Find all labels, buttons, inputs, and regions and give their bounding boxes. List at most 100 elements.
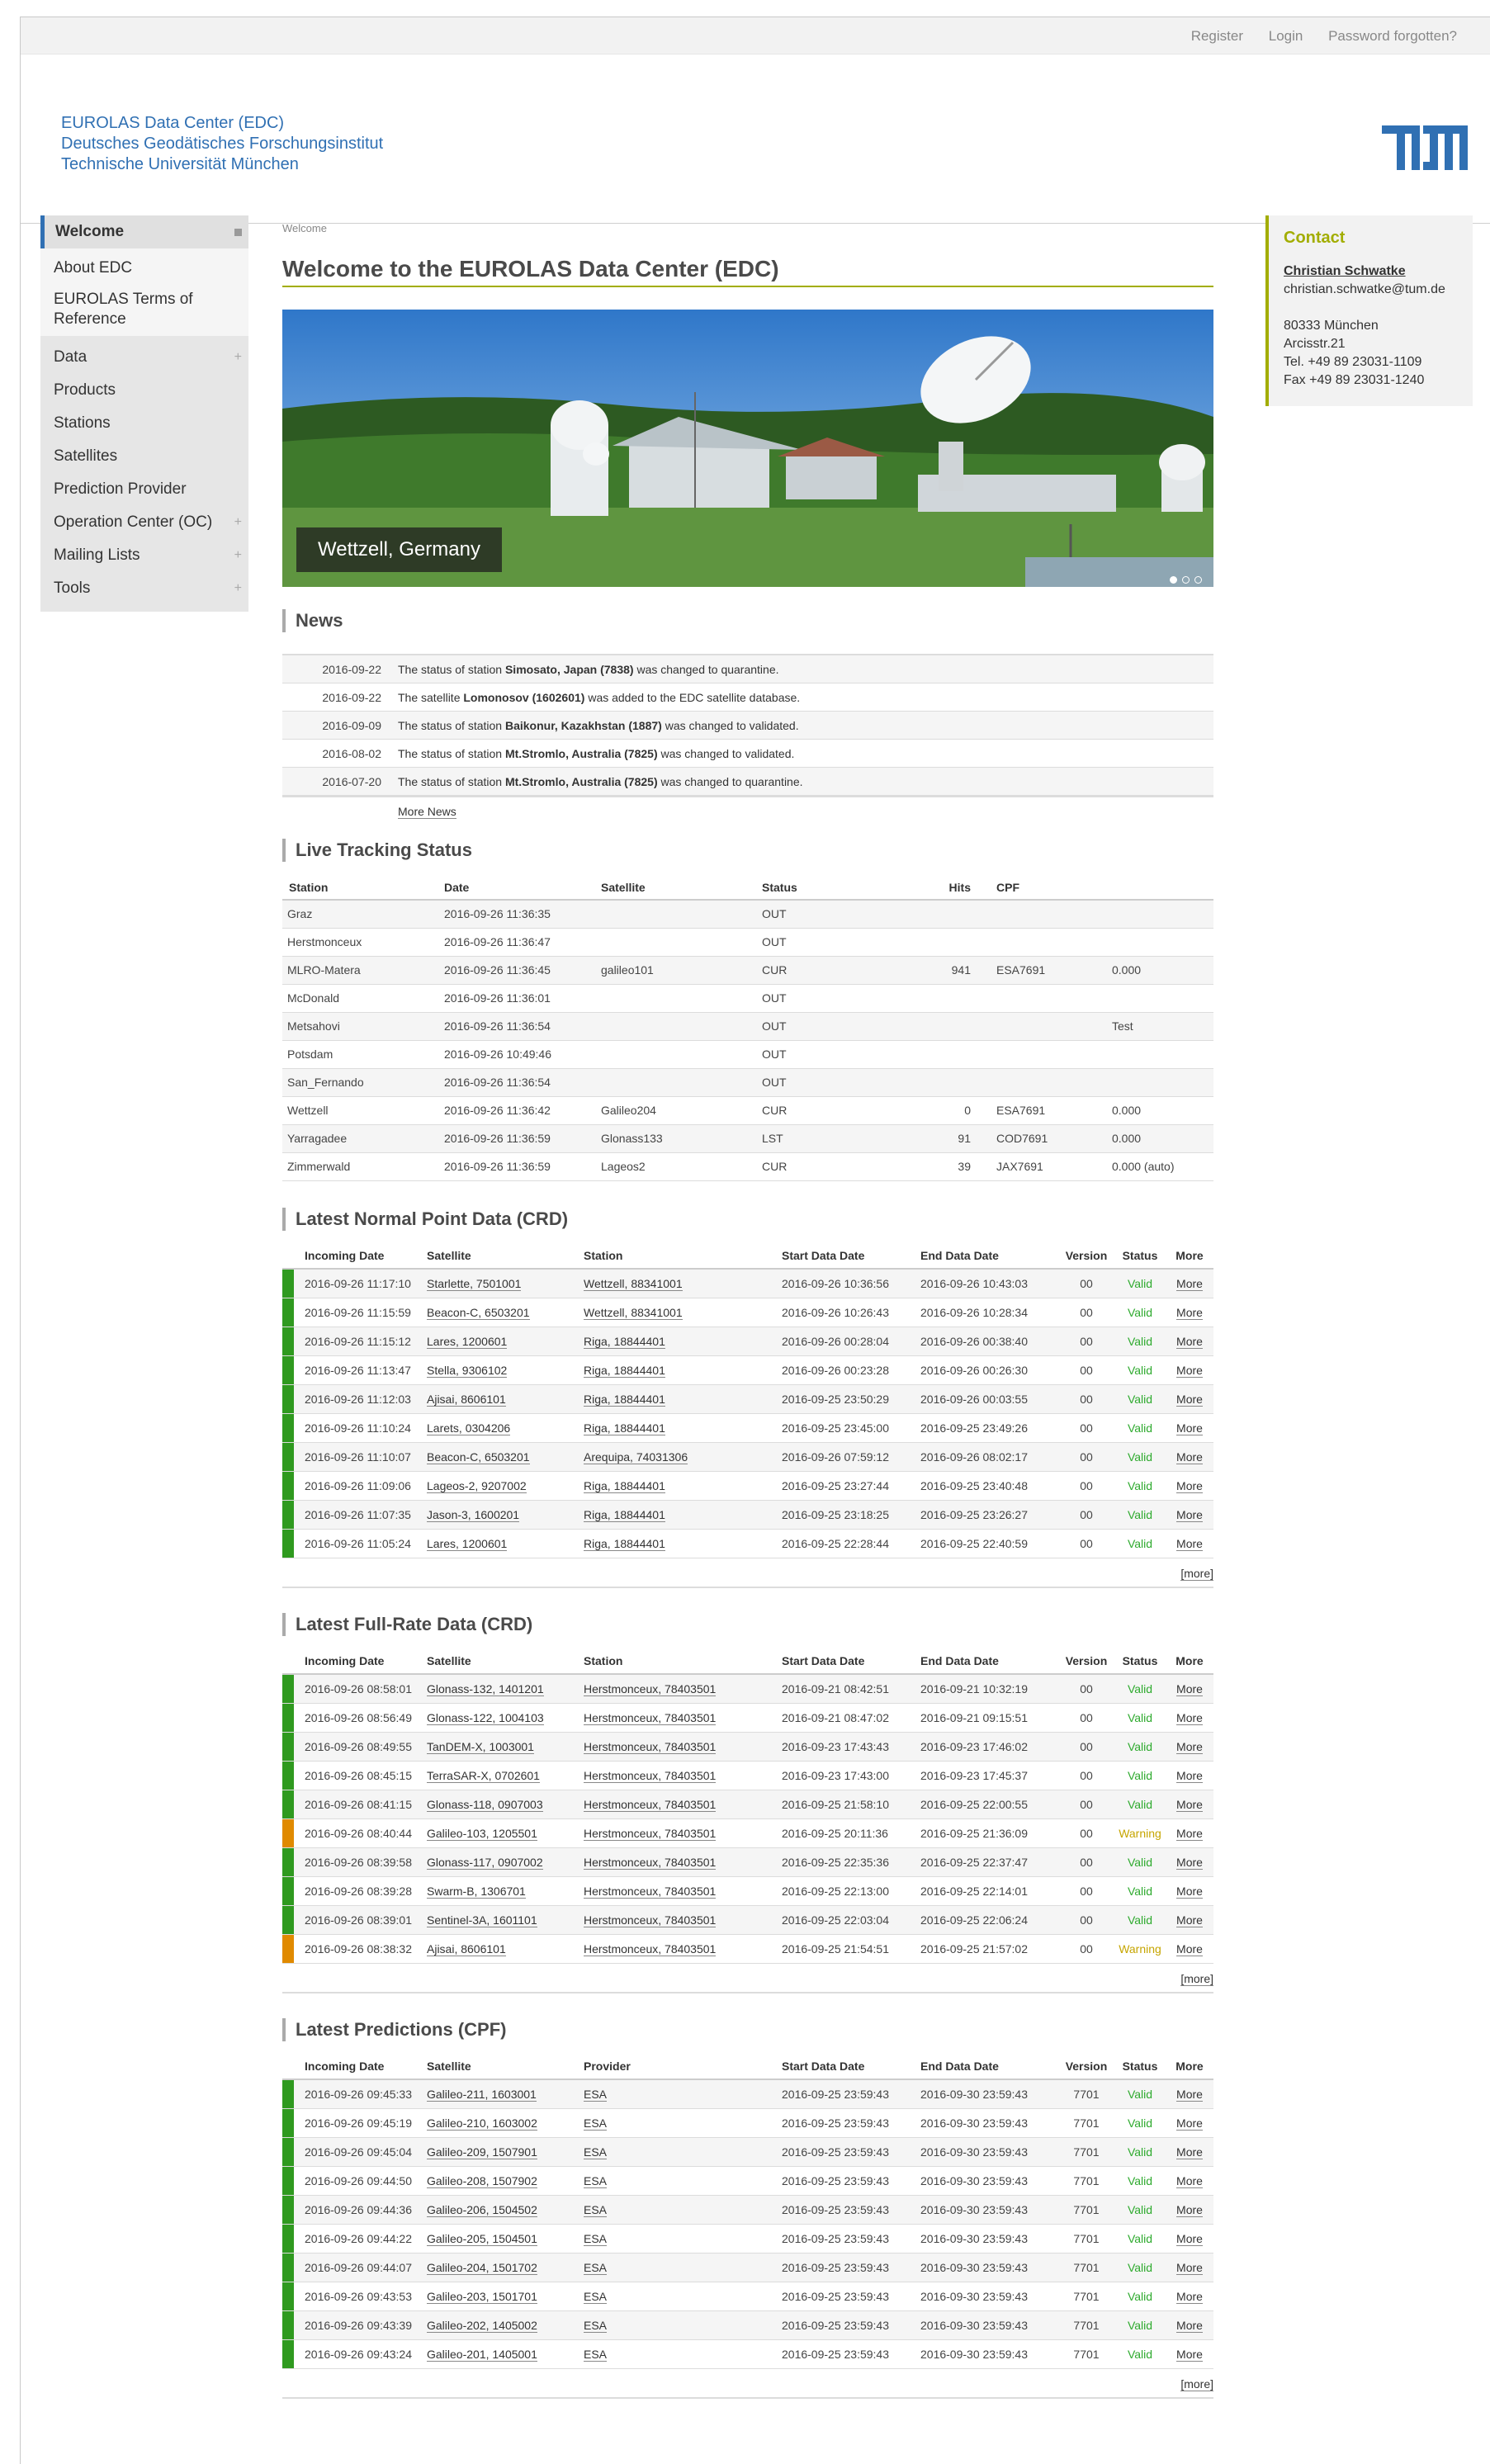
more-link[interactable]: More (1176, 1507, 1203, 1522)
station-link[interactable]: ESA (584, 2202, 608, 2217)
satellite-link[interactable]: Glonass-117, 0907002 (427, 1855, 543, 1870)
more-link[interactable]: More (1176, 1913, 1203, 1927)
more-link[interactable]: More (1176, 2173, 1203, 2188)
satellite-link[interactable]: Galileo-202, 1405002 (427, 2318, 537, 2333)
more-link[interactable]: More (1176, 2087, 1203, 2102)
station-link[interactable]: Riga, 18844401 (584, 1392, 665, 1407)
station-link[interactable]: Riga, 18844401 (584, 1363, 665, 1378)
station-link[interactable]: ESA (584, 2318, 608, 2333)
org-name[interactable]: EUROLAS Data Center (EDC) Deutsches Geod… (61, 113, 383, 175)
sidebar-item-6[interactable]: Mailing Lists + (40, 539, 248, 572)
more-link[interactable]: More (1176, 2231, 1203, 2246)
more-link[interactable]: More (1176, 2145, 1203, 2159)
station-link[interactable]: Herstmonceux, 78403501 (584, 1884, 717, 1899)
satellite-link[interactable]: Galileo-210, 1603002 (427, 2116, 537, 2131)
station-link[interactable]: Herstmonceux, 78403501 (584, 1797, 717, 1812)
satellite-link[interactable]: Larets, 0304206 (427, 1421, 511, 1435)
more-link[interactable]: More (1176, 1478, 1203, 1493)
more-link[interactable]: More (1176, 1450, 1203, 1464)
satellite-link[interactable]: Glonass-118, 0907003 (427, 1797, 543, 1812)
station-link[interactable]: Herstmonceux, 78403501 (584, 1710, 717, 1725)
more-link[interactable]: More (1176, 1710, 1203, 1725)
hero-slideshow[interactable]: Wettzell, Germany (282, 310, 1213, 587)
sidebar-item-7[interactable]: Tools + (40, 572, 248, 605)
frd-more-link[interactable]: [more] (1180, 1971, 1213, 1986)
sidebar-item-4[interactable]: Prediction Provider (40, 473, 248, 506)
satellite-link[interactable]: Galileo-203, 1501701 (427, 2289, 537, 2304)
station-link[interactable]: Herstmonceux, 78403501 (584, 1768, 717, 1783)
station-link[interactable]: Wettzell, 88341001 (584, 1305, 683, 1320)
station-link[interactable]: Riga, 18844401 (584, 1478, 665, 1493)
org-line-2[interactable]: Deutsches Geodätisches Forschungsinstitu… (61, 134, 383, 154)
satellite-link[interactable]: Swarm-B, 1306701 (427, 1884, 526, 1899)
station-link[interactable]: Herstmonceux, 78403501 (584, 1681, 717, 1696)
more-link[interactable]: More (1176, 1276, 1203, 1291)
more-link[interactable]: More (1176, 2202, 1203, 2217)
more-link[interactable]: More (1176, 1941, 1203, 1956)
sidebar-item-3[interactable]: Satellites (40, 440, 248, 473)
station-link[interactable]: Arequipa, 74031306 (584, 1450, 688, 1464)
station-link[interactable]: Riga, 18844401 (584, 1421, 665, 1435)
satellite-link[interactable]: Galileo-204, 1501702 (427, 2260, 537, 2275)
station-link[interactable]: Riga, 18844401 (584, 1334, 665, 1349)
sidebar-item-2[interactable]: Stations (40, 407, 248, 440)
satellite-link[interactable]: Beacon-C, 6503201 (427, 1450, 530, 1464)
more-link[interactable]: More (1176, 1536, 1203, 1551)
station-link[interactable]: Riga, 18844401 (584, 1536, 665, 1551)
satellite-link[interactable]: Glonass-122, 1004103 (427, 1710, 544, 1725)
satellite-link[interactable]: Galileo-208, 1507902 (427, 2173, 537, 2188)
satellite-link[interactable]: Galileo-205, 1504501 (427, 2231, 537, 2246)
contact-name[interactable]: Christian Schwatke (1284, 262, 1458, 281)
sidebar-item-0[interactable]: Data + (40, 341, 248, 374)
more-link[interactable]: More (1176, 1334, 1203, 1349)
breadcrumb[interactable]: Welcome (282, 222, 1213, 234)
more-link[interactable]: More (1176, 1363, 1203, 1378)
more-link[interactable]: More (1176, 2318, 1203, 2333)
register-link[interactable]: Register (1191, 28, 1243, 44)
password-forgotten-link[interactable]: Password forgotten? (1328, 28, 1457, 44)
station-link[interactable]: Herstmonceux, 78403501 (584, 1855, 717, 1870)
station-link[interactable]: ESA (584, 2231, 608, 2246)
expand-icon[interactable]: + (234, 341, 242, 374)
satellite-link[interactable]: TanDEM-X, 1003001 (427, 1739, 534, 1754)
station-link[interactable]: Riga, 18844401 (584, 1507, 665, 1522)
satellite-link[interactable]: Galileo-209, 1507901 (427, 2145, 537, 2159)
station-link[interactable]: ESA (584, 2260, 608, 2275)
more-link[interactable]: More (1176, 1681, 1203, 1696)
expand-icon[interactable]: + (234, 539, 242, 572)
more-link[interactable]: More (1176, 2116, 1203, 2131)
slide-dot-2[interactable] (1182, 576, 1190, 584)
satellite-link[interactable]: Glonass-132, 1401201 (427, 1681, 544, 1696)
satellite-link[interactable]: Galileo-201, 1405001 (427, 2347, 537, 2362)
more-link[interactable]: More (1176, 1797, 1203, 1812)
satellite-link[interactable]: Sentinel-3A, 1601101 (427, 1913, 537, 1927)
expand-icon[interactable]: + (234, 506, 242, 539)
station-link[interactable]: ESA (584, 2173, 608, 2188)
more-link[interactable]: More (1176, 2347, 1203, 2362)
station-link[interactable]: Herstmonceux, 78403501 (584, 1739, 717, 1754)
sidebar-item-1[interactable]: Products (40, 374, 248, 407)
satellite-link[interactable]: Galileo-211, 1603001 (427, 2087, 537, 2102)
slide-dot-1[interactable] (1170, 576, 1177, 584)
satellite-link[interactable]: Starlette, 7501001 (427, 1276, 522, 1291)
expand-icon[interactable]: + (234, 572, 242, 605)
more-news-link[interactable]: More News (398, 805, 456, 819)
contact-email[interactable]: christian.schwatke@tum.de (1284, 281, 1458, 299)
sidebar-item-welcome[interactable]: Welcome (40, 215, 248, 248)
station-link[interactable]: Herstmonceux, 78403501 (584, 1826, 717, 1841)
more-link[interactable]: More (1176, 1392, 1203, 1407)
station-link[interactable]: ESA (584, 2145, 608, 2159)
sidebar-item-about-edc[interactable]: About EDC (40, 252, 248, 285)
more-link[interactable]: More (1176, 1305, 1203, 1320)
npt-more-link[interactable]: [more] (1180, 1566, 1213, 1581)
satellite-link[interactable]: TerraSAR-X, 0702601 (427, 1768, 540, 1783)
sidebar-item-terms[interactable]: EUROLAS Terms of Reference (40, 285, 248, 334)
station-link[interactable]: Herstmonceux, 78403501 (584, 1941, 717, 1956)
satellite-link[interactable]: Ajisai, 8606101 (427, 1941, 506, 1956)
station-link[interactable]: Herstmonceux, 78403501 (584, 1913, 717, 1927)
satellite-link[interactable]: Ajisai, 8606101 (427, 1392, 506, 1407)
sidebar-item-5[interactable]: Operation Center (OC) + (40, 506, 248, 539)
station-link[interactable]: ESA (584, 2116, 608, 2131)
more-link[interactable]: More (1176, 1768, 1203, 1783)
satellite-link[interactable]: Lares, 1200601 (427, 1536, 508, 1551)
